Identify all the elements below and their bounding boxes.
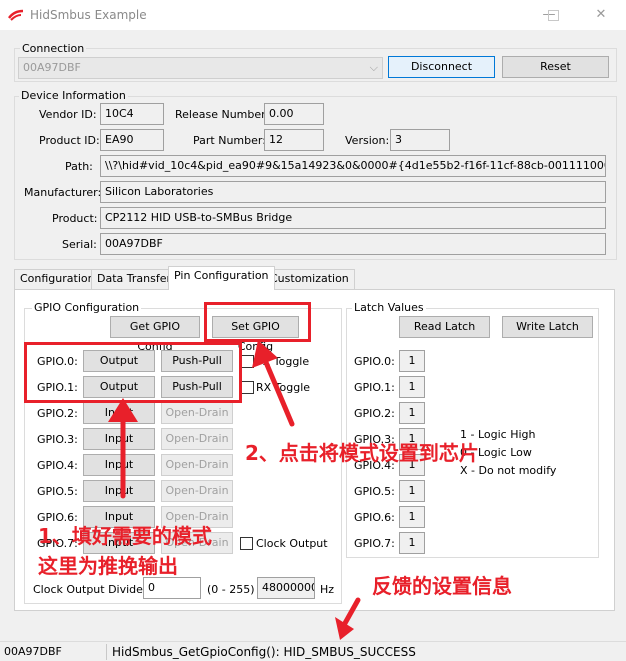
title-bar: HidSmbus Example — ✕ [0,0,626,30]
latch-gpio-label: GPIO.7: [354,537,395,550]
serial-field: 00A97DBF [100,233,606,255]
close-icon[interactable]: ✕ [586,4,616,26]
silabs-logo-icon [8,9,24,21]
latch-gpio-label: GPIO.5: [354,485,395,498]
path-label: Path: [65,160,93,173]
tab-data-transfer[interactable]: Data Transfer [91,269,177,289]
gpio-direction-button[interactable]: Input [83,480,155,502]
gpio-direction-button[interactable]: Input [83,454,155,476]
release-number-field: 0.00 [264,103,324,125]
path-field: \\?\hid#vid_10c4&pid_ea90#9&15a14923&0&0… [100,155,606,177]
status-bar: 00A97DBF HidSmbus_GetGpioConfig(): HID_S… [0,641,626,661]
hz-label: Hz [320,583,335,596]
gpio-direction-button[interactable]: Input [83,402,155,424]
gpio-special-label: RX Toggle [256,381,311,394]
product-label: Product: [52,212,98,225]
latch-value-field[interactable]: 1 [399,506,425,528]
version-label: Version: [345,134,390,147]
manufacturer-label: Manufacturer: [24,186,102,199]
part-number-field: 12 [264,129,324,151]
gpio-label: GPIO.3: [37,433,78,446]
latch-gpio-label: GPIO.1: [354,381,395,394]
clock-range-label: (0 - 255) [207,583,255,596]
tab-configuration[interactable]: Configuration [14,269,101,289]
tab-pin-configuration[interactable]: Pin Configuration [168,266,275,290]
latch-value-field[interactable]: 1 [399,350,425,372]
disconnect-button[interactable]: Disconnect [388,56,495,78]
latch-gpio-label: GPIO.6: [354,511,395,524]
gpio-label: GPIO.5: [37,485,78,498]
tab-customization[interactable]: Customization [264,269,355,289]
product-id-field: EA90 [100,129,164,151]
gpio-mode-button[interactable]: Open-Drain [161,428,233,450]
product-field: CP2112 HID USB-to-SMBus Bridge [100,207,606,229]
gpio-special-checkbox[interactable] [240,537,253,550]
device-select[interactable]: 00A97DBF ⌵ [18,57,383,79]
gpio-mode-button[interactable]: Open-Drain [161,480,233,502]
clock-divider-label: Clock Output Divider: [33,583,151,596]
get-gpio-config-button[interactable]: Get GPIO Config [110,316,200,353]
status-divider [106,644,107,660]
gpio-config-group-label: GPIO Configuration [32,301,142,314]
annotation-step1-line1: 1、填好需要的模式 [38,524,212,548]
latch-gpio-label: GPIO.2: [354,407,395,420]
vendor-id-field: 10C4 [100,103,164,125]
chevron-down-icon: ⌵ [369,61,378,74]
annotation-highlight-set-button [204,302,311,342]
window-title: HidSmbus Example [30,8,147,22]
part-number-label: Part Number: [193,134,266,147]
serial-label: Serial: [62,238,97,251]
gpio-special-label: Clock Output [256,537,328,550]
connection-group-label: Connection [20,42,87,55]
product-id-label: Product ID: [39,134,100,147]
annotation-highlight-gpio-rows [24,342,242,403]
clock-hz-field: 48000000 [257,577,315,599]
latch-value-field[interactable]: 1 [399,376,425,398]
version-field: 3 [390,129,450,151]
latch-value-field[interactable]: 1 [399,402,425,424]
write-latch-button[interactable]: Write Latch [502,316,593,338]
status-message: HidSmbus_GetGpioConfig(): HID_SMBUS_SUCC… [112,645,416,659]
gpio-direction-button[interactable]: Input [83,428,155,450]
gpio-special-label: TX Toggle [256,355,310,368]
reset-button[interactable]: Reset [502,56,609,78]
latch-value-field[interactable]: 1 [399,480,425,502]
gpio-mode-button[interactable]: Open-Drain [161,454,233,476]
gpio-label: GPIO.4: [37,459,78,472]
manufacturer-field: Silicon Laboratories [100,181,606,203]
latch-value-field[interactable]: 1 [399,532,425,554]
latch-gpio-label: GPIO.0: [354,355,395,368]
gpio-special-checkbox[interactable] [241,355,254,368]
clock-divider-input[interactable]: 0 [143,577,201,599]
annotation-step1-line2: 这里为推挽输出 [38,554,178,578]
vendor-id-label: Vendor ID: [39,108,97,121]
annotation-feedback: 反馈的设置信息 [372,574,512,598]
device-info-group-label: Device Information [19,89,128,102]
maximize-box-icon [548,10,559,21]
latch-values-group-label: Latch Values [352,301,426,314]
device-select-value: 00A97DBF [23,61,81,74]
release-number-label: Release Number: [175,108,270,121]
status-device: 00A97DBF [4,645,62,658]
annotation-step2: 2、点击将模式设置到芯片 [245,441,479,465]
gpio-mode-button[interactable]: Open-Drain [161,402,233,424]
gpio-special-checkbox[interactable] [241,381,254,394]
read-latch-button[interactable]: Read Latch [399,316,490,338]
gpio-label: GPIO.2: [37,407,78,420]
